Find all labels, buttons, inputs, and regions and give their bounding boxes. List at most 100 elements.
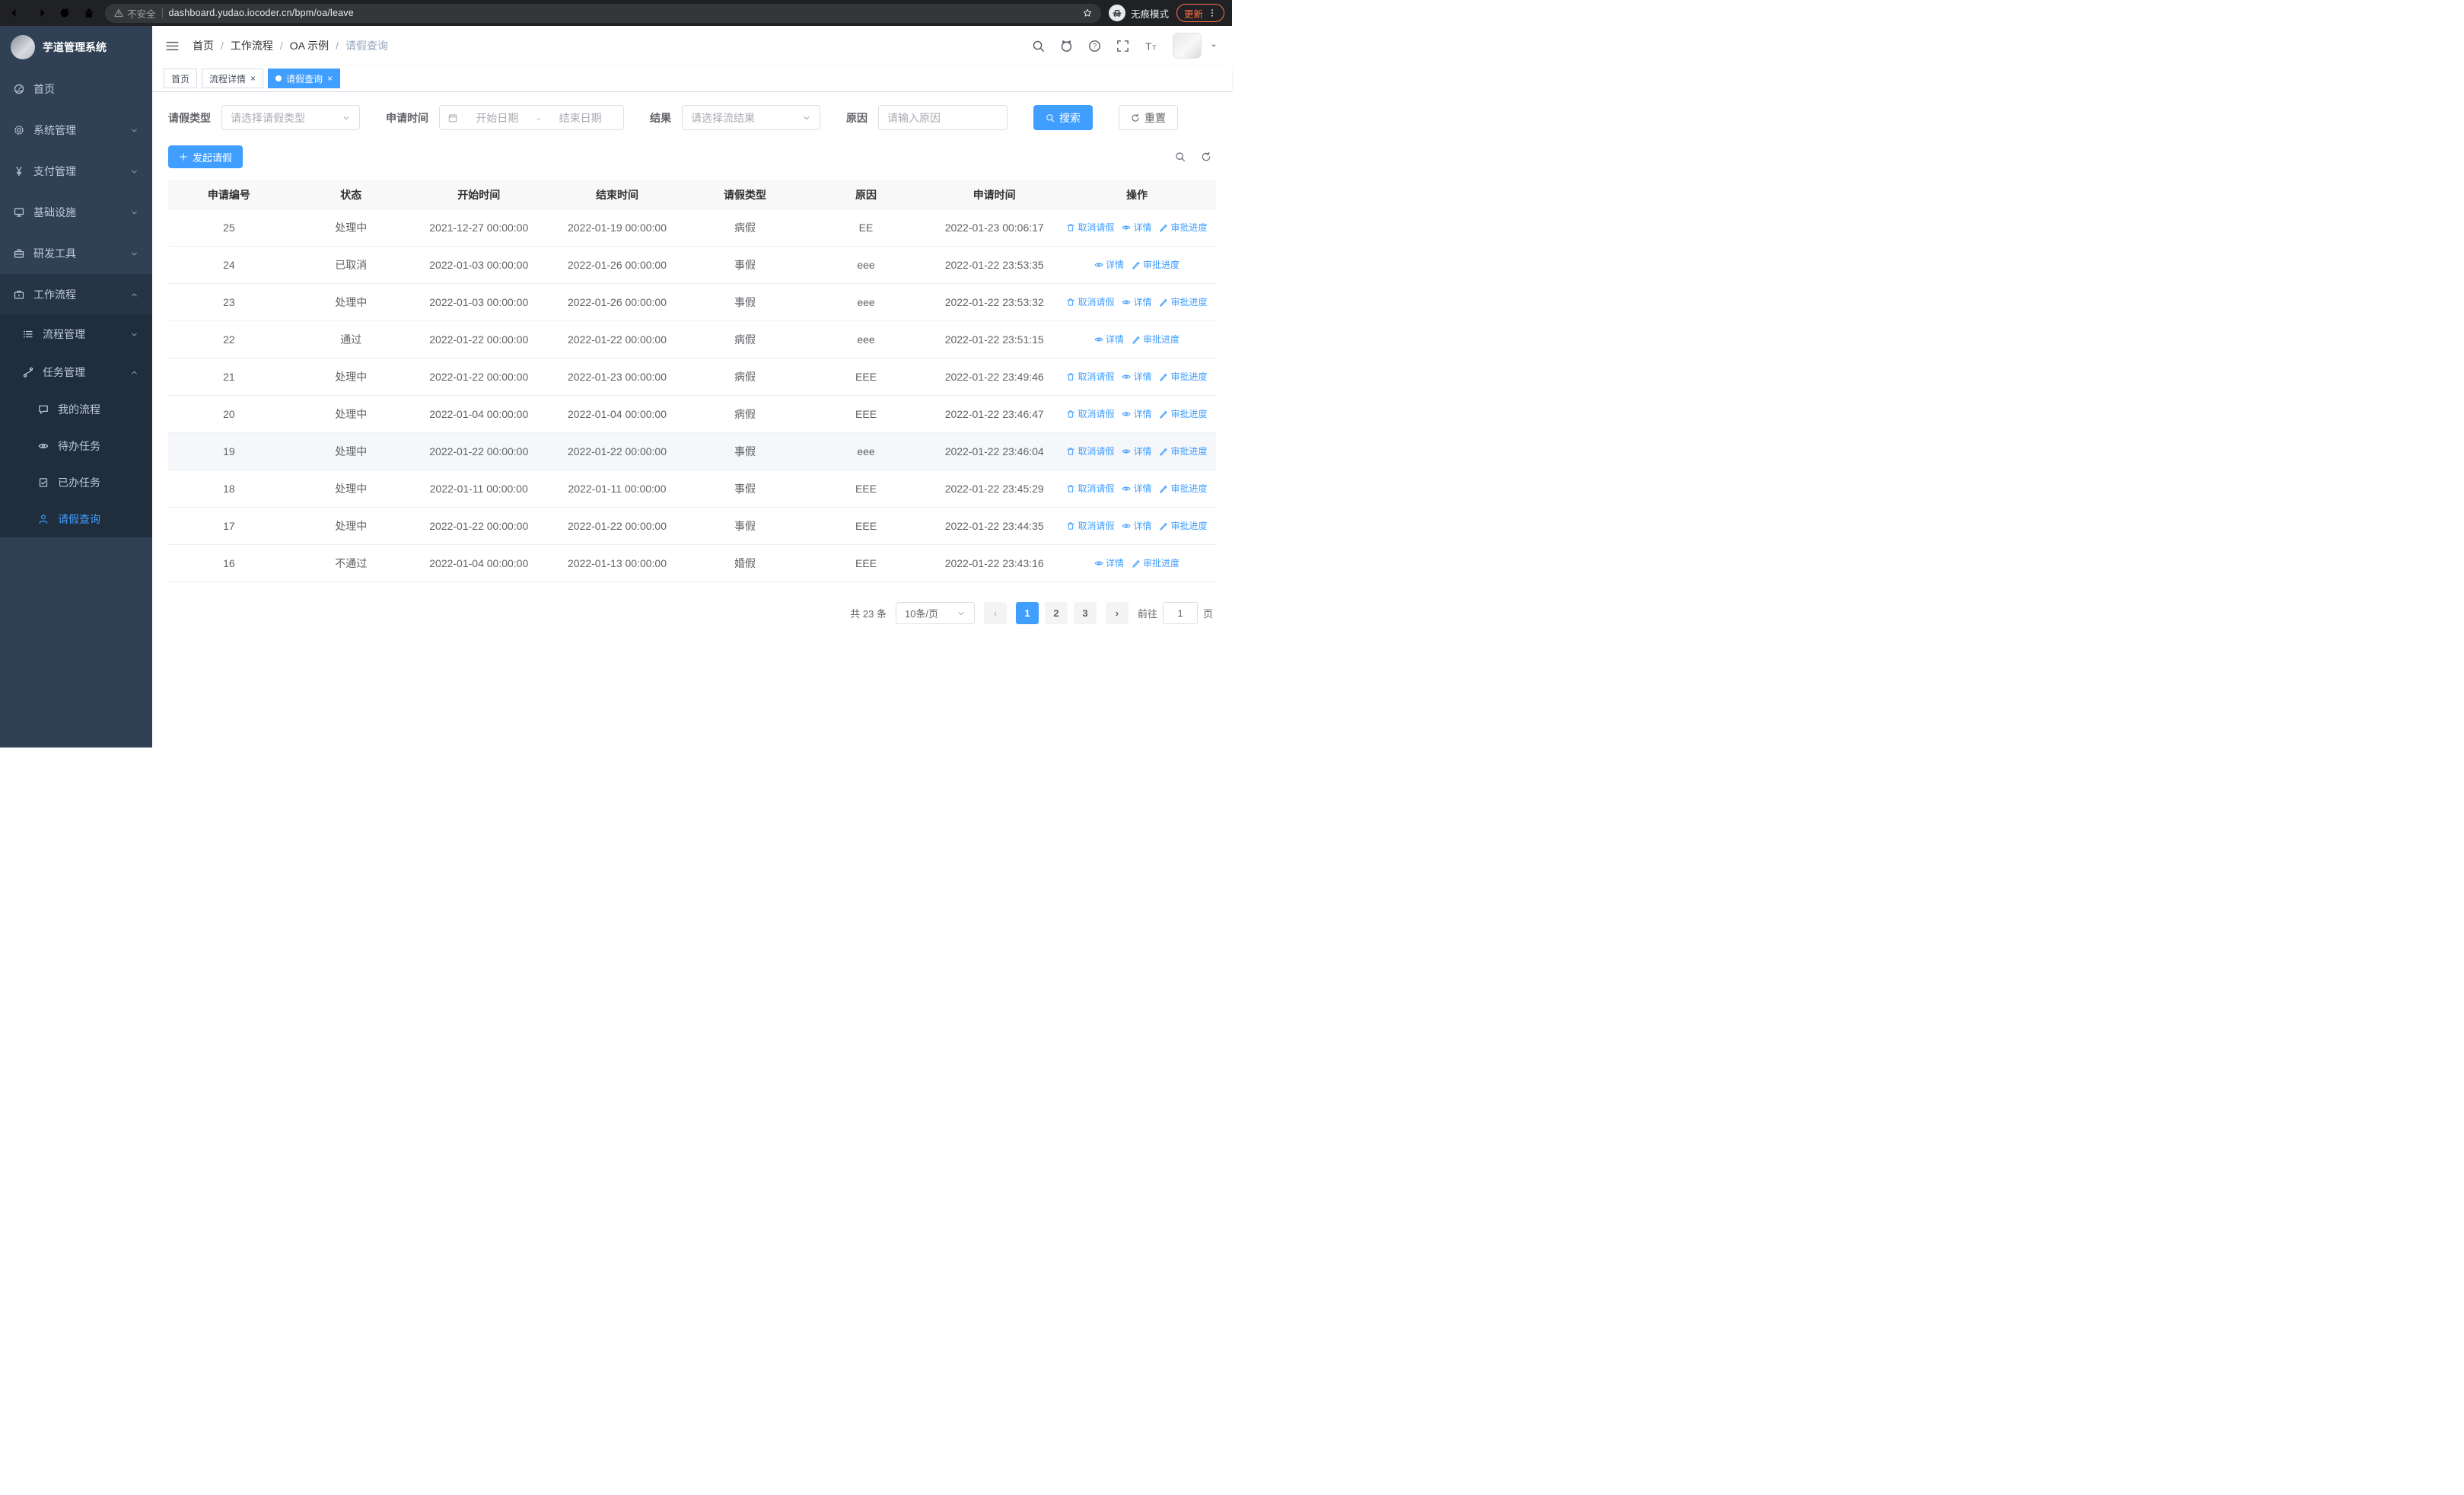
browser-menu-icon[interactable] <box>1208 8 1217 18</box>
close-icon[interactable]: × <box>250 74 256 83</box>
sidebar-item-6[interactable]: 工作流程 <box>0 274 152 315</box>
browser-refresh-button[interactable] <box>56 7 73 19</box>
result-label: 结果 <box>650 111 671 124</box>
progress-action-link[interactable]: 审批进度 <box>1159 295 1207 308</box>
detail-action-link[interactable]: 详情 <box>1122 407 1151 420</box>
cell-end: 2022-01-23 00:00:00 <box>568 371 667 383</box>
logo-avatar <box>11 35 35 59</box>
browser-forward-button[interactable] <box>32 7 49 19</box>
toolbox-icon <box>14 248 24 259</box>
sidebar-item-10[interactable]: 待办任务 <box>0 428 152 464</box>
breadcrumb-item-3[interactable]: OA 示例 <box>290 38 329 53</box>
cell-actions: 取消请假 详情 审批进度 <box>1058 407 1216 421</box>
reason-input[interactable] <box>878 105 1008 130</box>
progress-action-link[interactable]: 审批进度 <box>1159 445 1207 457</box>
page-button-1[interactable]: 1 <box>1015 602 1039 624</box>
close-icon[interactable]: × <box>327 74 333 83</box>
toggle-search-icon[interactable] <box>1175 151 1186 162</box>
progress-action-link[interactable]: 审批进度 <box>1159 519 1207 532</box>
result-select[interactable]: 请选择流结果 <box>682 105 820 130</box>
cancel-action-link[interactable]: 取消请假 <box>1066 370 1114 383</box>
breadcrumb-separator: / <box>336 40 339 52</box>
cancel-action-link[interactable]: 取消请假 <box>1066 445 1114 457</box>
sidebar-item-11[interactable]: 已办任务 <box>0 464 152 501</box>
security-chip[interactable]: 不安全 <box>114 6 156 21</box>
update-button[interactable]: 更新 <box>1176 4 1224 22</box>
cancel-action-link[interactable]: 取消请假 <box>1066 295 1114 308</box>
font-size-icon[interactable]: TT <box>1144 40 1157 53</box>
tab-3[interactable]: 请假查询 × <box>268 69 341 88</box>
cancel-action-link[interactable]: 取消请假 <box>1066 221 1114 234</box>
breadcrumb-item-1[interactable]: 首页 <box>193 38 214 53</box>
cell-id: 19 <box>223 445 235 457</box>
progress-action-link[interactable]: 审批进度 <box>1159 407 1207 420</box>
search-button[interactable]: 搜索 <box>1033 105 1093 130</box>
sidebar-item-7[interactable]: 流程管理 <box>0 315 152 353</box>
tab-2[interactable]: 流程详情 × <box>202 69 264 88</box>
sidebar-item-4[interactable]: 基础设施 <box>0 192 152 233</box>
cell-actions: 取消请假 详情 审批进度 <box>1058 221 1216 234</box>
progress-action-link[interactable]: 审批进度 <box>1132 258 1179 271</box>
detail-action-link[interactable]: 详情 <box>1122 519 1151 532</box>
sidebar-item-9[interactable]: 我的流程 <box>0 391 152 428</box>
cancel-action-link[interactable]: 取消请假 <box>1066 407 1114 420</box>
create-leave-button[interactable]: 发起请假 <box>168 145 244 168</box>
progress-action-link[interactable]: 审批进度 <box>1132 556 1179 569</box>
app-logo[interactable]: 芋道管理系统 <box>0 26 152 69</box>
page-size-select[interactable]: 10条/页 <box>895 602 975 624</box>
browser-back-button[interactable] <box>8 7 24 19</box>
cancel-action-link[interactable]: 取消请假 <box>1066 482 1114 495</box>
sidebar-item-3[interactable]: 支付管理 <box>0 151 152 192</box>
column-header-1: 申请编号 <box>207 188 250 201</box>
action-label: 详情 <box>1133 371 1152 383</box>
progress-action-link[interactable]: 审批进度 <box>1132 333 1179 346</box>
progress-action-link[interactable]: 审批进度 <box>1159 482 1207 495</box>
table-body: 25 处理中 2021-12-27 00:00:00 2022-01-19 00:00… <box>168 209 1216 582</box>
progress-action-link[interactable]: 审批进度 <box>1159 221 1207 234</box>
sidebar-item-2[interactable]: 系统管理 <box>0 110 152 151</box>
progress-action-link[interactable]: 审批进度 <box>1159 370 1207 383</box>
reset-button[interactable]: 重置 <box>1119 105 1178 130</box>
goto-page-input[interactable] <box>1162 602 1198 624</box>
header-search-icon[interactable] <box>1032 40 1045 53</box>
sidebar-item-1[interactable]: 首页 <box>0 69 152 110</box>
leave-type-select[interactable]: 请选择请假类型 <box>221 105 360 130</box>
user-avatar[interactable] <box>1173 33 1202 59</box>
breadcrumb-item-2[interactable]: 工作流程 <box>231 38 273 53</box>
column-header-6: 原因 <box>855 188 877 201</box>
bookmark-star-icon[interactable] <box>1083 8 1092 18</box>
sidebar-toggle-button[interactable] <box>166 40 179 53</box>
tab-1[interactable]: 首页 <box>164 69 198 88</box>
sidebar-item-12[interactable]: 请假查询 <box>0 501 152 537</box>
detail-action-link[interactable]: 详情 <box>1122 221 1151 234</box>
docs-icon[interactable]: ? <box>1088 40 1101 53</box>
sidebar-item-5[interactable]: 研发工具 <box>0 233 152 274</box>
page-button-2[interactable]: 2 <box>1044 602 1068 624</box>
browser-home-button[interactable] <box>81 7 97 19</box>
detail-action-link[interactable]: 详情 <box>1122 370 1151 383</box>
github-icon[interactable] <box>1060 40 1073 53</box>
detail-action-link[interactable]: 详情 <box>1122 482 1151 495</box>
cell-id: 24 <box>223 259 235 271</box>
next-page-button[interactable]: › <box>1105 602 1129 624</box>
detail-action-link[interactable]: 详情 <box>1122 295 1151 308</box>
avatar-caret-icon[interactable] <box>1209 41 1218 50</box>
cell-reason: EEE <box>855 557 877 569</box>
address-bar[interactable]: 不安全 dashboard.yudao.iocoder.cn/bpm/oa/le… <box>105 3 1101 23</box>
prev-page-button[interactable]: ‹ <box>983 602 1007 624</box>
refresh-table-icon[interactable] <box>1201 151 1211 162</box>
detail-action-link[interactable]: 详情 <box>1094 258 1124 271</box>
detail-action-link[interactable]: 详情 <box>1122 445 1151 457</box>
chat-icon <box>38 404 49 415</box>
detail-action-link[interactable]: 详情 <box>1094 333 1124 346</box>
sidebar-item-label: 已办任务 <box>58 477 100 489</box>
calendar-icon <box>448 113 457 123</box>
action-label: 审批进度 <box>1142 334 1179 346</box>
detail-action-link[interactable]: 详情 <box>1094 556 1124 569</box>
action-label: 审批进度 <box>1142 260 1179 271</box>
cancel-action-link[interactable]: 取消请假 <box>1066 519 1114 532</box>
page-button-3[interactable]: 3 <box>1073 602 1097 624</box>
sidebar-item-8[interactable]: 任务管理 <box>0 353 152 391</box>
apply-time-range-picker[interactable]: 开始日期 - 结束日期 <box>439 105 624 130</box>
fullscreen-icon[interactable] <box>1116 40 1129 53</box>
